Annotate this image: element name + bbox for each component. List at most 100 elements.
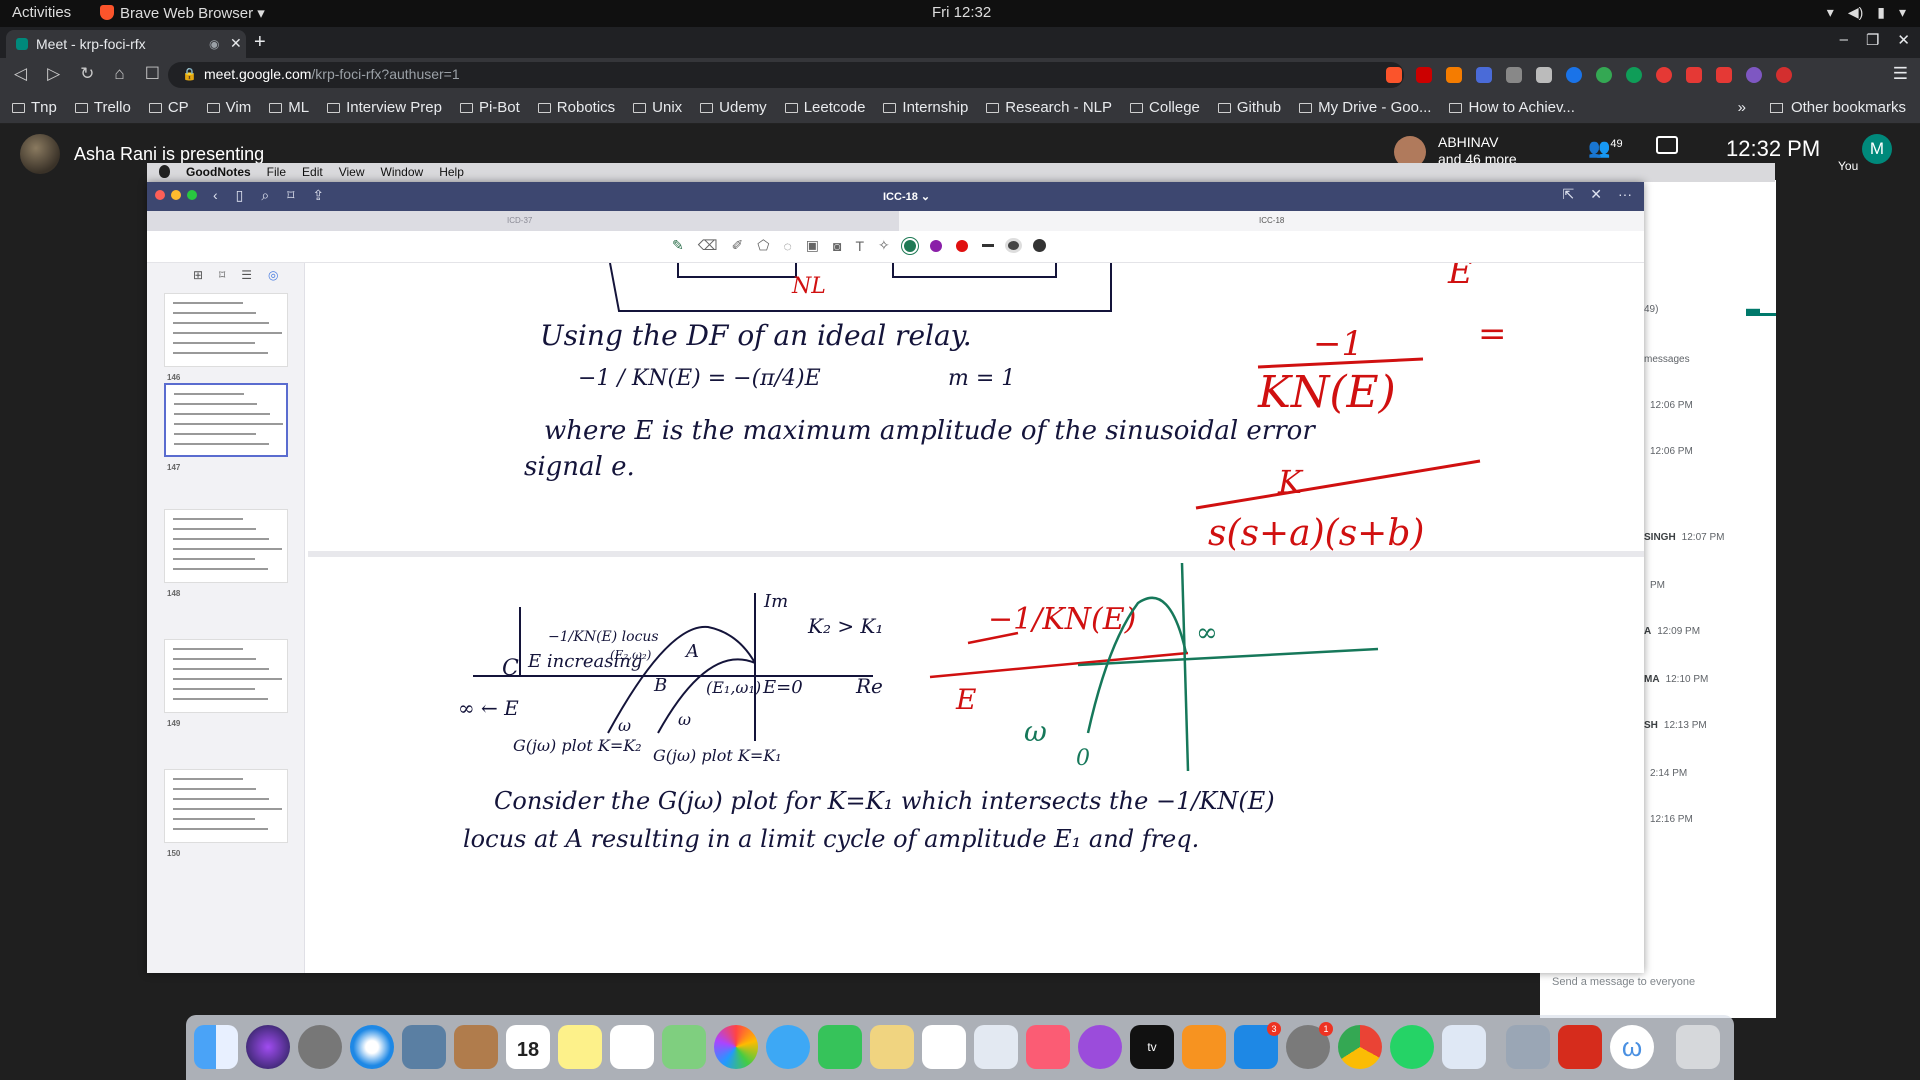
stroke-thin-option[interactable]	[981, 244, 994, 247]
close-doc-icon[interactable]: ✕	[1590, 186, 1602, 203]
minimize-window-dot[interactable]	[171, 190, 181, 200]
bookmark-item[interactable]: Tnp	[12, 99, 57, 116]
goodnotes-icon[interactable]	[1442, 1025, 1486, 1069]
photos-icon[interactable]	[714, 1025, 758, 1069]
bookmark-item[interactable]: Github	[1217, 99, 1281, 116]
chat-tab-icon[interactable]: ▬	[1746, 300, 1776, 316]
extension-icon[interactable]	[1536, 67, 1552, 83]
trash-icon[interactable]	[1676, 1025, 1720, 1069]
eraser-icon[interactable]: ⌫	[698, 237, 718, 254]
close-window-icon[interactable]: ✕	[1897, 31, 1910, 49]
page-thumbnail[interactable]	[164, 293, 288, 367]
extension-icon[interactable]	[1446, 67, 1462, 83]
people-button[interactable]: 👥49	[1588, 138, 1623, 159]
chrome-icon[interactable]	[1338, 1025, 1382, 1069]
page-thumbnail[interactable]	[164, 639, 288, 713]
numbers-icon[interactable]	[922, 1025, 966, 1069]
record-icon[interactable]	[1776, 67, 1792, 83]
tab-icc-18[interactable]: ICC-18	[899, 211, 1644, 231]
more-icon[interactable]: ···	[1618, 186, 1632, 203]
bookmark-item[interactable]: ML	[269, 99, 309, 116]
grammarly-icon[interactable]	[1596, 67, 1612, 83]
podcasts-icon[interactable]	[1078, 1025, 1122, 1069]
mac-app-name[interactable]: GoodNotes	[186, 165, 251, 179]
bookmark-item[interactable]: Research - NLP	[986, 99, 1112, 116]
outline-view-icon[interactable]: ☰	[241, 268, 252, 282]
facetime-icon[interactable]	[818, 1025, 862, 1069]
chat-icon[interactable]	[1656, 136, 1678, 154]
close-window-dot[interactable]	[155, 190, 165, 200]
restore-icon[interactable]: ❐	[1866, 31, 1879, 49]
finder-icon[interactable]	[194, 1025, 238, 1069]
keynote-icon[interactable]	[974, 1025, 1018, 1069]
system-preferences-icon[interactable]: 1	[1286, 1022, 1333, 1069]
bookmark-item[interactable]: Vim	[206, 99, 251, 116]
bookmark-item[interactable]: Internship	[883, 99, 968, 116]
app-store-icon[interactable]: 3	[1234, 1022, 1281, 1069]
select-pages-icon[interactable]: ◎	[268, 268, 278, 282]
stroke-thick-option[interactable]	[1032, 239, 1046, 252]
music-icon[interactable]	[1026, 1025, 1070, 1069]
camera-icon[interactable]: ◙	[833, 238, 841, 254]
page-thumbnail[interactable]	[164, 509, 288, 583]
other-bookmarks[interactable]: » Other bookmarks	[1738, 99, 1906, 116]
tab-icd-37[interactable]: ICD-37	[147, 211, 899, 231]
pen-icon[interactable]: ✎	[672, 237, 684, 254]
activities-button[interactable]: Activities	[12, 4, 71, 21]
color-green-swatch[interactable]	[903, 239, 916, 252]
bookmark-item[interactable]: My Drive - Goo...	[1299, 99, 1431, 116]
books-icon[interactable]	[1182, 1025, 1226, 1069]
color-purple-swatch[interactable]	[929, 239, 942, 252]
text-icon[interactable]: T	[855, 238, 864, 254]
search-icon[interactable]: ⌕	[261, 187, 269, 204]
page-thumbnail[interactable]	[164, 383, 288, 457]
notebook-page[interactable]: NL Using the DF of an ideal relay. −1 / …	[308, 263, 1644, 973]
chat-input[interactable]: Send a message to everyone	[1552, 976, 1752, 1006]
menu-help[interactable]: Help	[439, 165, 464, 179]
menu-view[interactable]: View	[339, 165, 365, 179]
extension-icon[interactable]	[1746, 67, 1762, 83]
google-icon[interactable]	[1566, 67, 1582, 83]
apple-icon[interactable]	[159, 165, 170, 178]
forward-icon[interactable]: ▷	[47, 64, 60, 84]
acrobat-icon[interactable]	[1558, 1025, 1602, 1069]
alarm-icon[interactable]	[1656, 67, 1672, 83]
shield-icon[interactable]	[1716, 67, 1732, 83]
lasso-icon[interactable]: ◌	[783, 238, 791, 254]
export-icon[interactable]: ⇱	[1563, 186, 1575, 203]
close-tab-icon[interactable]: ✕	[230, 35, 242, 52]
bookmark-item[interactable]: How to Achiev...	[1449, 99, 1575, 116]
new-tab-button[interactable]: +	[254, 31, 266, 54]
siri-icon[interactable]	[246, 1025, 290, 1069]
bookmark-item[interactable]: Leetcode	[784, 99, 865, 116]
translate-icon[interactable]	[1476, 67, 1492, 83]
home-icon[interactable]: ⌂	[114, 64, 124, 84]
extension-icon[interactable]	[1506, 67, 1522, 83]
back-icon[interactable]: ‹	[213, 187, 218, 204]
calendar-icon[interactable]: 18	[506, 1025, 550, 1069]
color-red-swatch[interactable]	[955, 239, 968, 252]
textedit-icon[interactable]	[870, 1025, 914, 1069]
bookmark-icon[interactable]: ⌑	[287, 187, 294, 204]
minimize-icon[interactable]: –	[1840, 31, 1848, 49]
system-clock[interactable]: Fri 12:32	[932, 4, 991, 21]
bookmark-item[interactable]: Trello	[74, 99, 131, 116]
reminders-icon[interactable]	[610, 1025, 654, 1069]
image-capture-icon[interactable]	[1506, 1025, 1550, 1069]
bookmark-item[interactable]: College	[1130, 99, 1200, 116]
brave-shields-icon[interactable]	[1386, 67, 1402, 83]
sidebar-toggle-icon[interactable]: ▯	[236, 187, 244, 204]
zoom-window-dot[interactable]	[187, 190, 197, 200]
highlighter-icon[interactable]: ✐	[732, 237, 744, 254]
bookmarks-view-icon[interactable]: ⌑	[219, 268, 225, 282]
bookmark-page-icon[interactable]: ☐	[145, 64, 160, 84]
system-tray[interactable]: ▾ ◀) ▮ ▾	[1827, 4, 1906, 21]
bookmarks-overflow-icon[interactable]: »	[1738, 99, 1746, 116]
bookmark-item[interactable]: CP	[148, 99, 189, 116]
safari-icon[interactable]	[350, 1025, 394, 1069]
menu-window[interactable]: Window	[381, 165, 424, 179]
whatsapp-icon[interactable]	[1390, 1025, 1434, 1069]
stroke-medium-option[interactable]	[1007, 241, 1019, 250]
add-icon[interactable]	[1626, 67, 1642, 83]
browser-menu-icon[interactable]: ☰	[1893, 64, 1908, 84]
